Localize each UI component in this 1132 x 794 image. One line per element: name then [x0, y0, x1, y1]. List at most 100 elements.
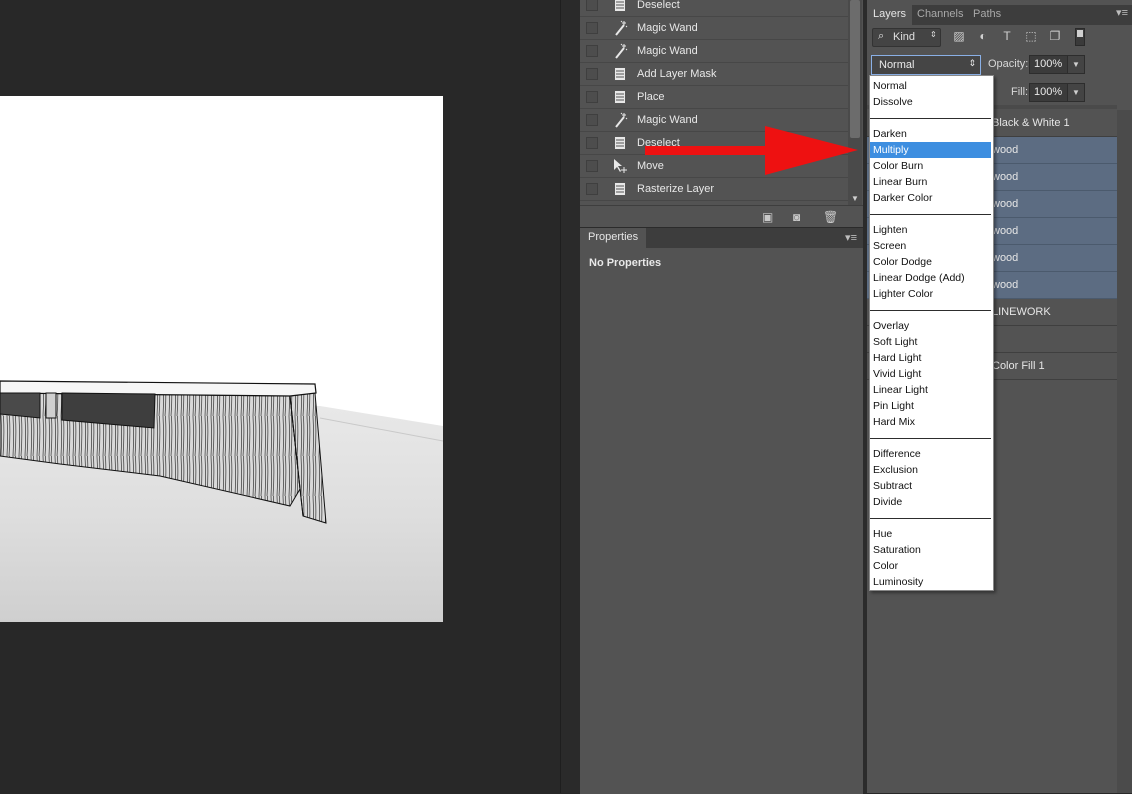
blend-option-linear-burn[interactable]: Linear Burn	[870, 174, 991, 190]
history-item[interactable]: Place	[580, 86, 848, 109]
blend-option-exclusion[interactable]: Exclusion	[870, 462, 991, 478]
tab-channels[interactable]: Channels	[911, 5, 969, 25]
blend-option-vivid-light[interactable]: Vivid Light	[870, 366, 991, 382]
layers-tabbar: Layers Channels Paths ▾≡	[867, 5, 1132, 25]
updown-arrows-icon: ⇕	[968, 58, 976, 68]
blend-option-difference[interactable]: Difference	[870, 446, 991, 462]
blend-option-lighten[interactable]: Lighten	[870, 222, 991, 238]
document-canvas[interactable]	[0, 96, 443, 622]
fill-label: Fill:	[1011, 86, 1029, 98]
shape-icon[interactable]: ⬚	[1023, 28, 1039, 44]
history-item[interactable]: Rasterize Layer	[580, 178, 848, 201]
fill-input[interactable]: 100%	[1029, 83, 1071, 102]
blend-option-hard-mix[interactable]: Hard Mix	[870, 414, 991, 430]
menu-separator	[870, 214, 991, 215]
blend-option-pin-light[interactable]: Pin Light	[870, 398, 991, 414]
blend-option-darker-color[interactable]: Darker Color	[870, 190, 991, 206]
kind-filter-select[interactable]: ⌕ Kind ⇕	[872, 28, 941, 47]
image-icon[interactable]: ▨	[951, 28, 967, 44]
trash-icon[interactable]: 🗑	[823, 210, 838, 224]
history-item-label: Deselect	[637, 0, 680, 11]
smart-object-icon[interactable]: ❐	[1047, 28, 1063, 44]
blend-option-color-burn[interactable]: Color Burn	[870, 158, 991, 174]
blend-option-linear-light[interactable]: Linear Light	[870, 382, 991, 398]
scroll-down-arrow-icon[interactable]: ▼	[851, 194, 859, 203]
blend-option-soft-light[interactable]: Soft Light	[870, 334, 991, 350]
menu-separator	[870, 438, 991, 439]
new-document-icon[interactable]: ▣	[762, 210, 773, 224]
history-item[interactable]: Magic Wand	[580, 17, 848, 40]
menu-separator	[870, 310, 991, 311]
magic-wand-icon	[611, 111, 629, 129]
blend-option-hard-light[interactable]: Hard Light	[870, 350, 991, 366]
document-icon	[611, 0, 629, 14]
history-snapshot-checkbox[interactable]	[586, 137, 598, 149]
blend-option-hue[interactable]: Hue	[870, 526, 991, 542]
history-item[interactable]: Deselect	[580, 0, 848, 17]
kind-filter-label: Kind	[893, 31, 916, 43]
magic-wand-icon	[611, 19, 629, 37]
history-snapshot-checkbox[interactable]	[586, 183, 598, 195]
history-item[interactable]: Magic Wand	[580, 40, 848, 63]
opacity-dropdown-arrow-icon[interactable]: ▼	[1067, 55, 1085, 74]
blend-option-linear-dodge[interactable]: Linear Dodge (Add)	[870, 270, 991, 286]
history-snapshot-checkbox[interactable]	[586, 22, 598, 34]
history-item-label: Magic Wand	[637, 45, 698, 57]
blend-option-normal[interactable]: Normal	[870, 78, 991, 94]
blend-option-luminosity[interactable]: Luminosity	[870, 574, 991, 590]
history-item-label: Magic Wand	[637, 22, 698, 34]
opacity-label: Opacity:	[988, 58, 1029, 70]
layer-name: LINEWORK	[992, 306, 1051, 318]
blend-option-overlay[interactable]: Overlay	[870, 318, 991, 334]
history-item-label: Magic Wand	[637, 114, 698, 126]
layers-scrollbar[interactable]	[1117, 110, 1132, 793]
blend-option-darken[interactable]: Darken	[870, 126, 991, 142]
opacity-input[interactable]: 100%	[1029, 55, 1071, 74]
layer-name: wood	[992, 144, 1019, 156]
history-snapshot-checkbox[interactable]	[586, 45, 598, 57]
panel-menu-icon[interactable]: ▾≡	[845, 231, 857, 244]
tab-paths[interactable]: Paths	[967, 5, 1007, 25]
layer-name: wood	[992, 252, 1019, 264]
history-scrollbar-thumb[interactable]	[850, 0, 860, 138]
blend-mode-dropdown-menu: Normal Dissolve Darken Multiply Color Bu…	[869, 75, 994, 591]
no-properties-text: No Properties	[589, 257, 662, 269]
filter-toggle-switch[interactable]	[1075, 28, 1085, 46]
blend-option-lighter-color[interactable]: Lighter Color	[870, 286, 991, 302]
panel-menu-icon[interactable]: ▾≡	[1116, 6, 1128, 19]
layer-name: Color Fill 1	[992, 360, 1045, 372]
blend-option-subtract[interactable]: Subtract	[870, 478, 991, 494]
history-snapshot-checkbox[interactable]	[586, 114, 598, 126]
document-icon	[611, 65, 629, 83]
document-icon	[611, 180, 629, 198]
tab-layers[interactable]: Layers	[867, 5, 913, 25]
history-snapshot-checkbox[interactable]	[586, 0, 598, 11]
blend-option-color[interactable]: Color	[870, 558, 991, 574]
layer-name: wood	[992, 225, 1019, 237]
type-icon[interactable]: T	[999, 28, 1015, 44]
adjustment-icon[interactable]: ◐	[975, 28, 991, 44]
history-snapshot-checkbox[interactable]	[586, 68, 598, 80]
history-item-label: Add Layer Mask	[637, 68, 717, 80]
blend-mode-select[interactable]: Normal ⇕	[871, 55, 981, 75]
blend-option-multiply[interactable]: Multiply	[870, 142, 991, 158]
blend-option-dissolve[interactable]: Dissolve	[870, 94, 991, 110]
tab-properties[interactable]: Properties	[580, 228, 647, 248]
history-snapshot-checkbox[interactable]	[586, 160, 598, 172]
layer-name: wood	[992, 198, 1019, 210]
layer-name: wood	[992, 171, 1019, 183]
history-snapshot-checkbox[interactable]	[586, 91, 598, 103]
furniture-render-image	[0, 96, 443, 622]
blend-option-screen[interactable]: Screen	[870, 238, 991, 254]
annotation-arrow-icon	[645, 126, 858, 175]
blend-option-divide[interactable]: Divide	[870, 494, 991, 510]
search-icon: ⌕	[878, 30, 885, 42]
fill-dropdown-arrow-icon[interactable]: ▼	[1067, 83, 1085, 102]
blend-option-color-dodge[interactable]: Color Dodge	[870, 254, 991, 270]
blend-option-saturation[interactable]: Saturation	[870, 542, 991, 558]
camera-icon[interactable]: ◙	[793, 210, 800, 224]
blend-mode-value: Normal	[879, 59, 915, 71]
history-item[interactable]: Add Layer Mask	[580, 63, 848, 86]
move-icon	[611, 157, 629, 175]
menu-separator	[870, 118, 991, 119]
